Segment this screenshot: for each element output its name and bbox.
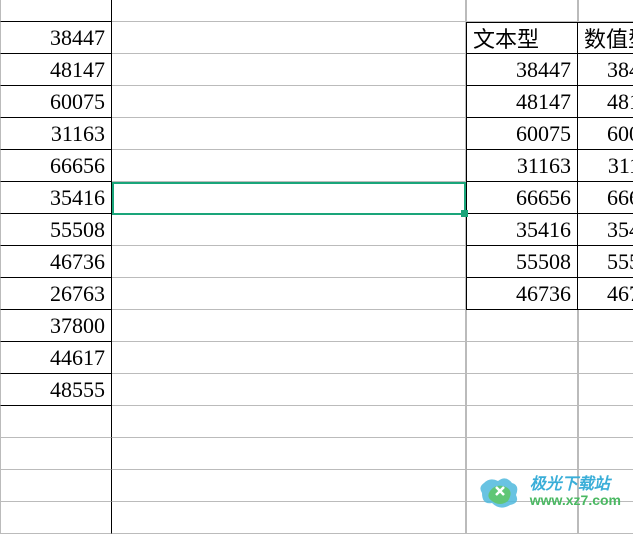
cell[interactable]: 37800	[0, 310, 112, 342]
cell-empty[interactable]	[0, 502, 112, 534]
watermark: 极光下载站 www.xz7.com	[476, 473, 621, 511]
cell-empty[interactable]	[466, 438, 578, 470]
cell-empty[interactable]	[0, 470, 112, 502]
cell-empty[interactable]	[578, 438, 633, 470]
column-d-header[interactable]: 数值型	[578, 22, 633, 54]
cell[interactable]: 38447	[466, 54, 578, 86]
cell-empty[interactable]	[578, 406, 633, 438]
cell[interactable]: 60075	[466, 118, 578, 150]
cell[interactable]: 4673	[578, 278, 633, 310]
cell-empty[interactable]	[112, 310, 466, 342]
cell-empty[interactable]	[112, 54, 466, 86]
cell[interactable]: 48147	[466, 86, 578, 118]
cell[interactable]: 6007	[578, 118, 633, 150]
cell-empty[interactable]	[112, 86, 466, 118]
cell[interactable]: 6665	[578, 182, 633, 214]
cell[interactable]: 3844	[578, 54, 633, 86]
column-c: 文本型 38447 48147 60075 31163 66656 35416 …	[466, 0, 578, 534]
column-a: 38447 48147 60075 31163 66656 35416 5550…	[0, 0, 112, 534]
cell[interactable]: 3116	[578, 150, 633, 182]
cell-empty[interactable]	[466, 342, 578, 374]
cell[interactable]: 35416	[466, 214, 578, 246]
cell[interactable]: 66656	[466, 182, 578, 214]
watermark-title: 极光下载站	[530, 476, 621, 494]
cell[interactable]: 35416	[0, 182, 112, 214]
cell-empty[interactable]	[112, 278, 466, 310]
cell-empty[interactable]	[0, 406, 112, 438]
watermark-url: www.xz7.com	[530, 493, 621, 508]
cell-empty[interactable]	[578, 0, 633, 22]
cell[interactable]: 48555	[0, 374, 112, 406]
cell-a-header[interactable]	[0, 0, 112, 22]
cell[interactable]: 55508	[0, 214, 112, 246]
cell-empty[interactable]	[578, 374, 633, 406]
cell-empty[interactable]	[112, 22, 466, 54]
cell-empty[interactable]	[112, 118, 466, 150]
cell-empty[interactable]	[466, 310, 578, 342]
cell[interactable]: 44617	[0, 342, 112, 374]
cell[interactable]: 4814	[578, 86, 633, 118]
cell[interactable]: 5550	[578, 246, 633, 278]
cell-empty[interactable]	[466, 406, 578, 438]
cell[interactable]: 46736	[466, 278, 578, 310]
cell-empty[interactable]	[112, 0, 466, 22]
cell-empty[interactable]	[112, 374, 466, 406]
cell-empty[interactable]	[112, 342, 466, 374]
cell[interactable]: 31163	[0, 118, 112, 150]
cell[interactable]: 46736	[0, 246, 112, 278]
cell-empty[interactable]	[466, 0, 578, 22]
cell[interactable]: 3541	[578, 214, 633, 246]
cell-empty[interactable]	[578, 310, 633, 342]
cell[interactable]: 38447	[0, 22, 112, 54]
cell[interactable]: 66656	[0, 150, 112, 182]
cell-empty[interactable]	[578, 342, 633, 374]
cell-empty[interactable]	[112, 502, 466, 534]
cell-empty[interactable]	[112, 246, 466, 278]
cell[interactable]: 60075	[0, 86, 112, 118]
cell[interactable]: 48147	[0, 54, 112, 86]
watermark-logo-icon	[476, 473, 522, 511]
column-d: 数值型 3844 4814 6007 3116 6665 3541 5550 4…	[578, 0, 633, 534]
cell-empty[interactable]	[112, 214, 466, 246]
cell[interactable]: 55508	[466, 246, 578, 278]
cell-empty[interactable]	[112, 150, 466, 182]
cell-empty[interactable]	[0, 438, 112, 470]
cell-empty[interactable]	[466, 374, 578, 406]
cell[interactable]: 26763	[0, 278, 112, 310]
cell[interactable]: 31163	[466, 150, 578, 182]
cell-empty[interactable]	[112, 438, 466, 470]
cell-selected[interactable]	[112, 182, 466, 214]
column-c-header[interactable]: 文本型	[466, 22, 578, 54]
spreadsheet-grid[interactable]: 38447 48147 60075 31163 66656 35416 5550…	[0, 0, 633, 534]
column-b	[112, 0, 466, 534]
cell-empty[interactable]	[112, 406, 466, 438]
cell-empty[interactable]	[112, 470, 466, 502]
